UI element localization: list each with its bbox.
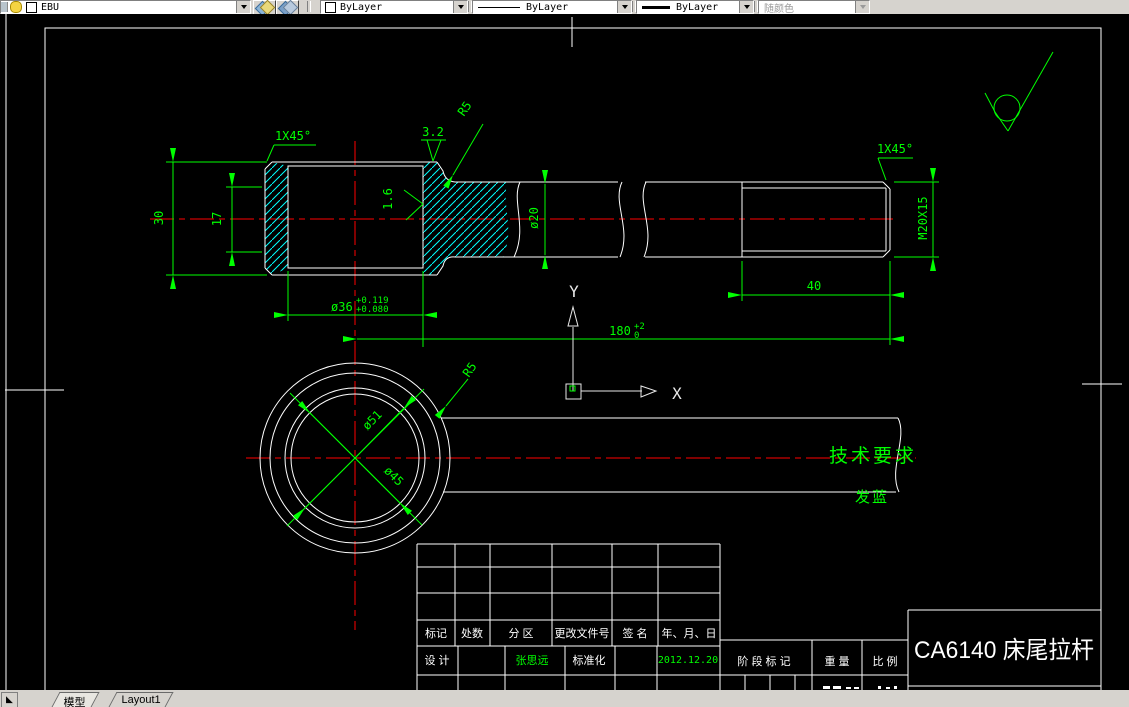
header-signature: 签 名 (622, 626, 647, 640)
color-combobox[interactable]: ByLayer (320, 0, 468, 14)
color-swatch (325, 1, 336, 13)
layer-color-swatch (26, 1, 37, 13)
cell-standardization: 标准化 (573, 653, 606, 667)
tab-model-label: 模型 (63, 697, 86, 707)
tab-scroll-button[interactable]: ◣ (1, 692, 18, 707)
cell-design: 设 计 (424, 654, 449, 667)
layer-state-icon (1, 2, 8, 12)
dim-180-tol-lower: 0 (634, 331, 639, 341)
lineweight-sample-icon (642, 5, 670, 9)
linetype-value-label: ByLayer (526, 1, 569, 13)
layer-combobox[interactable]: EBU (0, 0, 251, 14)
dim-dia-36-tol-lower: +0.080 (356, 305, 389, 315)
tab-layout1[interactable]: Layout1 (107, 692, 174, 707)
plotstyle-dropdown-arrow (855, 1, 869, 13)
layer-name-label: EBU (41, 1, 60, 13)
dim-17: 17 (210, 212, 224, 226)
dim-dia-20: ø20 (527, 207, 541, 229)
tab-model[interactable]: 模型 (50, 692, 100, 707)
make-layer-current-button[interactable] (253, 0, 276, 17)
tech-requirements-item: 发蓝 (855, 489, 889, 506)
header-change-file: 更改文件号 (555, 626, 610, 640)
tab-layout1-label: Layout1 (121, 694, 161, 706)
color-dropdown-arrow[interactable] (453, 1, 467, 13)
drawing-canvas[interactable]: 1X45° 3.2 R5 30 17 1.6 ø20 ø36 +0.119 +0… (0, 14, 1129, 690)
dim-dia-36: ø36 (331, 300, 353, 314)
cell-date: 2012.12.20 (658, 655, 718, 666)
cell-designer: 张思远 (516, 654, 549, 667)
object-properties-toolbar: EBU ByLayer ByLayer ByLayer 随颜色 (0, 0, 1129, 17)
linetype-dropdown-arrow[interactable] (617, 1, 631, 13)
linetype-sample-icon (478, 6, 520, 8)
plotstyle-value-label: 随颜色 (764, 3, 794, 15)
color-value-label: ByLayer (340, 1, 383, 13)
lineweight-value-label: ByLayer (676, 1, 719, 13)
dim-roughness-32: 3.2 (422, 125, 444, 139)
header-date: 年、月、日 (662, 626, 717, 640)
header-mark: 标记 (425, 626, 447, 640)
ucs-y-label: Y (569, 282, 579, 301)
header-zone: 分 区 (508, 627, 533, 640)
layer-previous-button[interactable] (276, 0, 299, 17)
part-title: CA6140 床尾拉杆 (914, 637, 1094, 664)
lineweight-combobox[interactable]: ByLayer (636, 0, 754, 14)
toolbar-separator (307, 1, 311, 12)
dim-chamfer-left: 1X45° (275, 129, 311, 143)
tech-requirements-title: 技术要求 (829, 445, 917, 467)
dim-chamfer-right: 1X45° (877, 142, 913, 156)
cell-stage-mark: 阶 段 标 记 (737, 654, 790, 668)
header-count: 处数 (461, 627, 483, 640)
autocad-window: EBU ByLayer ByLayer ByLayer 随颜色 1X45° 3.… (0, 0, 1129, 707)
model-space-background[interactable] (0, 14, 1129, 690)
ucs-x-label: X (672, 384, 682, 403)
cell-scale: 比 例 (872, 654, 897, 668)
dim-thread: M20X15 (916, 196, 930, 239)
dim-roughness-16: 1.6 (381, 188, 395, 210)
layer-bulb-icon (10, 1, 22, 13)
cell-weight: 重 量 (824, 654, 849, 668)
lineweight-dropdown-arrow[interactable] (739, 1, 753, 13)
dim-40: 40 (807, 279, 821, 293)
layer-dropdown-arrow[interactable] (236, 1, 250, 13)
layout-tab-bar: ◣ 模型 Layout1 (0, 690, 1129, 707)
dim-180: 180 (609, 324, 631, 338)
plotstyle-combobox: 随颜色 (758, 0, 870, 15)
linetype-combobox[interactable]: ByLayer (472, 0, 632, 14)
dim-30: 30 (152, 211, 166, 225)
